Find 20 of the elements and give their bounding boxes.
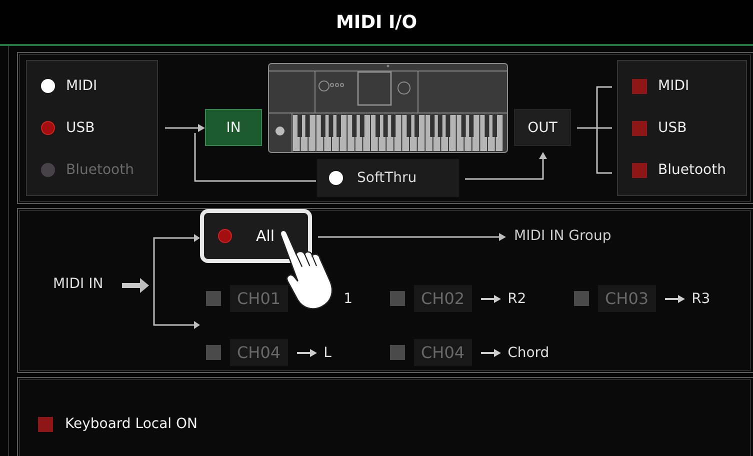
arrow (165, 124, 205, 132)
target-label: 1 (344, 290, 352, 306)
keyboard-local-option[interactable]: Keyboard Local ON (38, 416, 198, 432)
input-option[interactable]: USB (27, 120, 157, 136)
group-label: MIDI IN Group (514, 228, 612, 244)
all-button[interactable]: All (200, 209, 312, 263)
output-option[interactable]: Bluetooth (618, 162, 746, 178)
target-label: L (324, 344, 332, 360)
target-label: R2 (508, 290, 526, 306)
target-label: R3 (692, 290, 710, 306)
in-button[interactable]: IN (205, 109, 262, 146)
soft-thru-button[interactable]: SoftThru (317, 159, 459, 197)
output-option[interactable]: USB (618, 120, 746, 136)
out-button[interactable]: OUT (514, 109, 571, 146)
midi-in-label: MIDI IN (53, 276, 104, 292)
output-option[interactable]: MIDI (618, 78, 746, 94)
target-label: Chord (508, 344, 550, 360)
arrow (122, 278, 149, 293)
window-title: MIDI I/O (336, 12, 418, 32)
input-option[interactable]: MIDI (27, 78, 157, 94)
